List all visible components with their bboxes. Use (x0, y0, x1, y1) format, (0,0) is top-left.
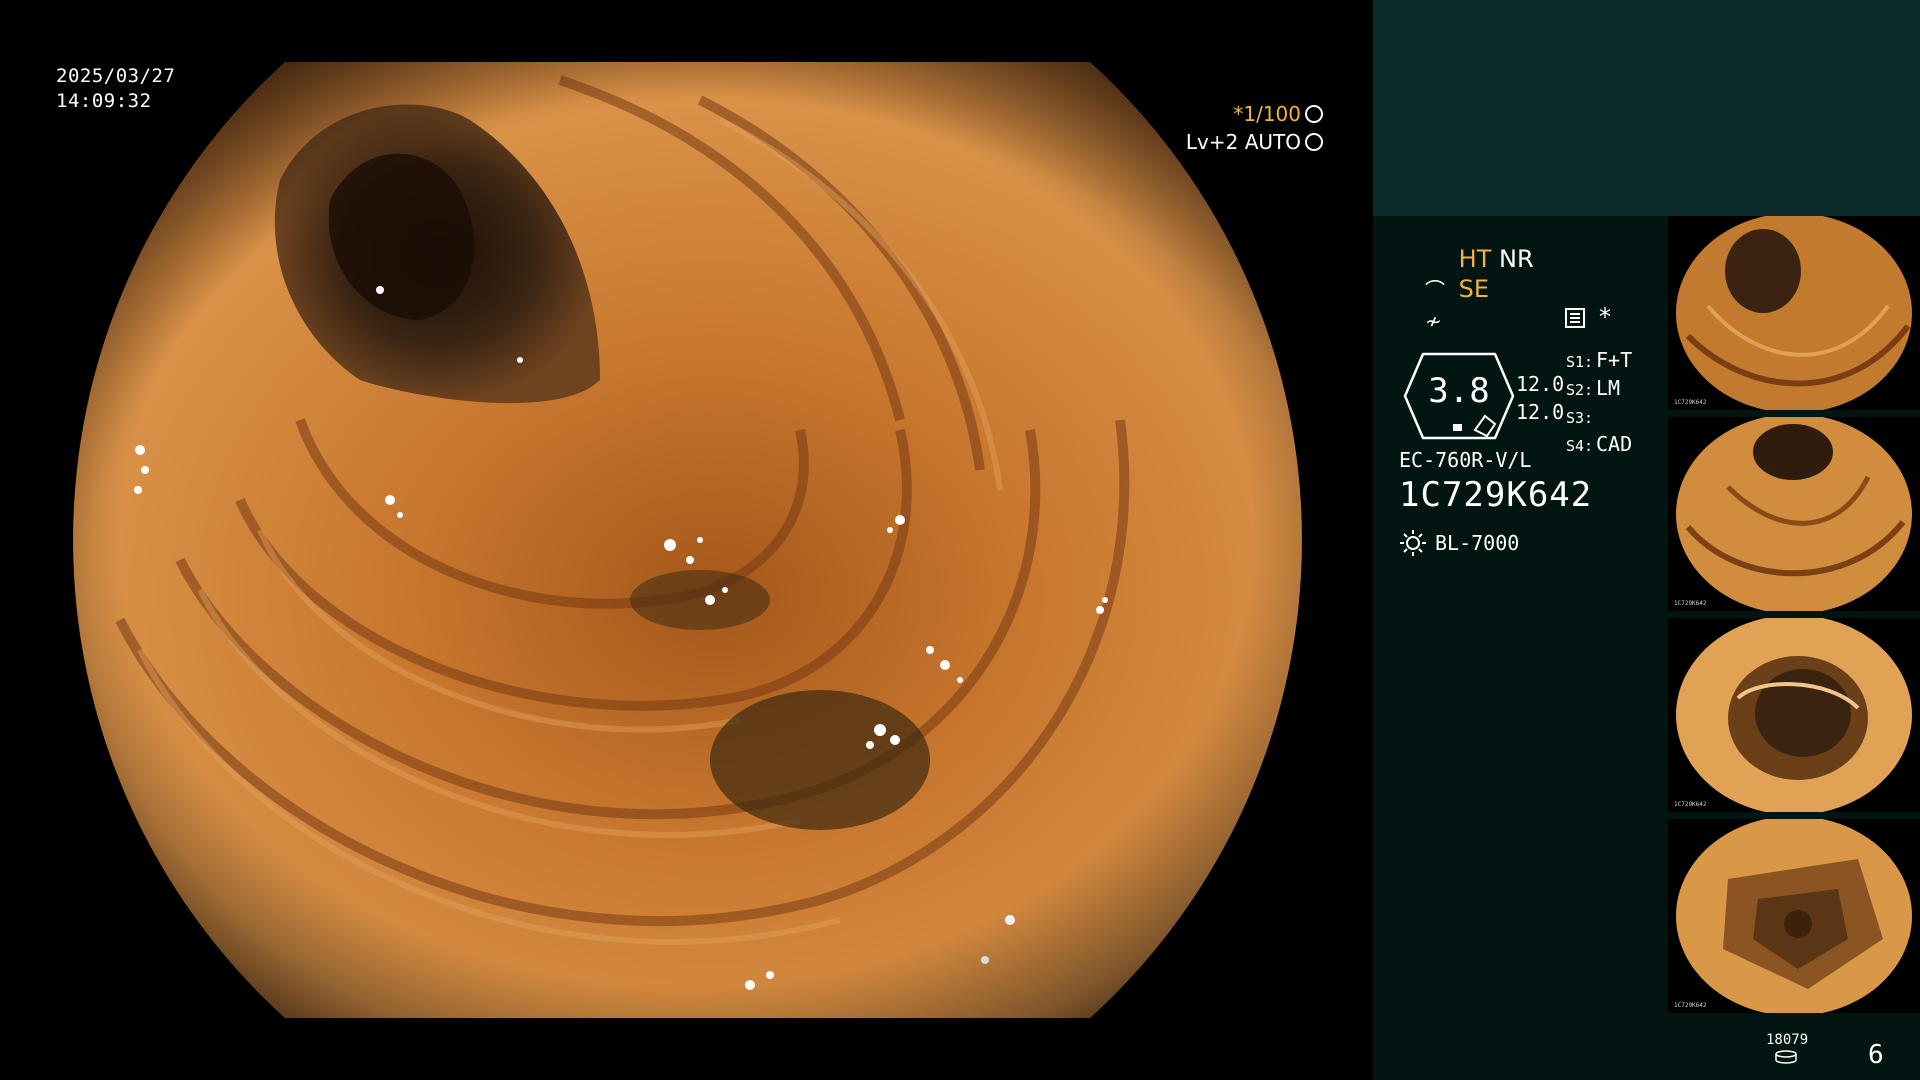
image-count: 18079 (1766, 1032, 1809, 1048)
light-source: BL-7000 (1399, 529, 1519, 557)
date-text: 2025/03/27 (56, 65, 176, 87)
side-panel: HT NR ⌒ SE ≁ * 3.8 12.0 12.0 S1: F+T S2: L… (1373, 0, 1920, 1080)
thumbnail-strip: 1C729K642 1C729K642 1C729K642 1C729K642 (1668, 216, 1920, 1020)
star-indicator: * (1599, 303, 1611, 331)
iris-icon (1305, 105, 1323, 123)
value-big: 3.8 (1428, 371, 1490, 411)
thumbnail-image (1676, 618, 1912, 812)
menu-icon (1565, 308, 1585, 328)
slot-s1: S1: F+T (1566, 348, 1633, 372)
thumbnail-image (1676, 417, 1912, 611)
mode-se: SE (1458, 275, 1490, 303)
storage-icon (1775, 1050, 1797, 1064)
value-b: 12.0 (1516, 400, 1565, 424)
thumbnail-3[interactable]: 1C729K642 (1668, 618, 1920, 812)
thumbnail-label: 1C729K642 (1674, 801, 1707, 808)
thumbnail-image (1676, 216, 1912, 410)
shutter-speed: *1/100 (1233, 102, 1301, 126)
endoscope-live-view: 2025/03/27 14:09:32 *1/100 Lv+2 AUTO (0, 0, 1373, 1080)
image-enhancement-modes: HT NR ⌒ SE ≁ (1425, 244, 1534, 336)
thumbnail-1[interactable]: 1C729K642 (1668, 216, 1920, 410)
thumbnail-label: 1C729K642 (1674, 1002, 1707, 1009)
slot-s3: S3: (1566, 409, 1594, 427)
thumbnail-image (1676, 819, 1912, 1013)
auto-iris-icon (1305, 133, 1323, 151)
iris-mode: Lv+2 AUTO (1185, 130, 1301, 154)
mode-ht: HT (1458, 245, 1492, 273)
thumbnail-label: 1C729K642 (1674, 600, 1707, 607)
thumbnail-4[interactable]: 1C729K642 (1668, 819, 1920, 1013)
value-pair: 12.0 12.0 (1516, 370, 1564, 426)
time-text: 14:09:32 (56, 90, 152, 112)
timestamp: 2025/03/27 14:09:32 (56, 64, 175, 114)
scope-model: EC-760R-V/L (1399, 448, 1532, 472)
thumbnail-label: 1C729K642 (1674, 399, 1707, 406)
light-source-model: BL-7000 (1435, 531, 1520, 555)
exposure-info: *1/100 Lv+2 AUTO (1186, 100, 1323, 156)
slot-s4: S4: CAD (1566, 432, 1633, 456)
endoscopic-image (73, 62, 1302, 1018)
scope-angle-icon: ⌒ (1425, 278, 1445, 302)
page-number: 6 (1868, 1040, 1884, 1070)
thumbnail-2[interactable]: 1C729K642 (1668, 417, 1920, 611)
light-source-icon (1400, 530, 1426, 556)
scope-serial: 1C729K642 (1399, 475, 1593, 515)
mode-nr: NR (1499, 245, 1534, 273)
signal-icon: ≁ (1425, 309, 1442, 333)
panel-header-area (1373, 0, 1920, 216)
switch-assignments: S1: F+T S2: LM S3: S4: CAD (1566, 347, 1632, 459)
value-a: 12.0 (1516, 372, 1565, 396)
slot-s2: S2: LM (1566, 376, 1621, 400)
